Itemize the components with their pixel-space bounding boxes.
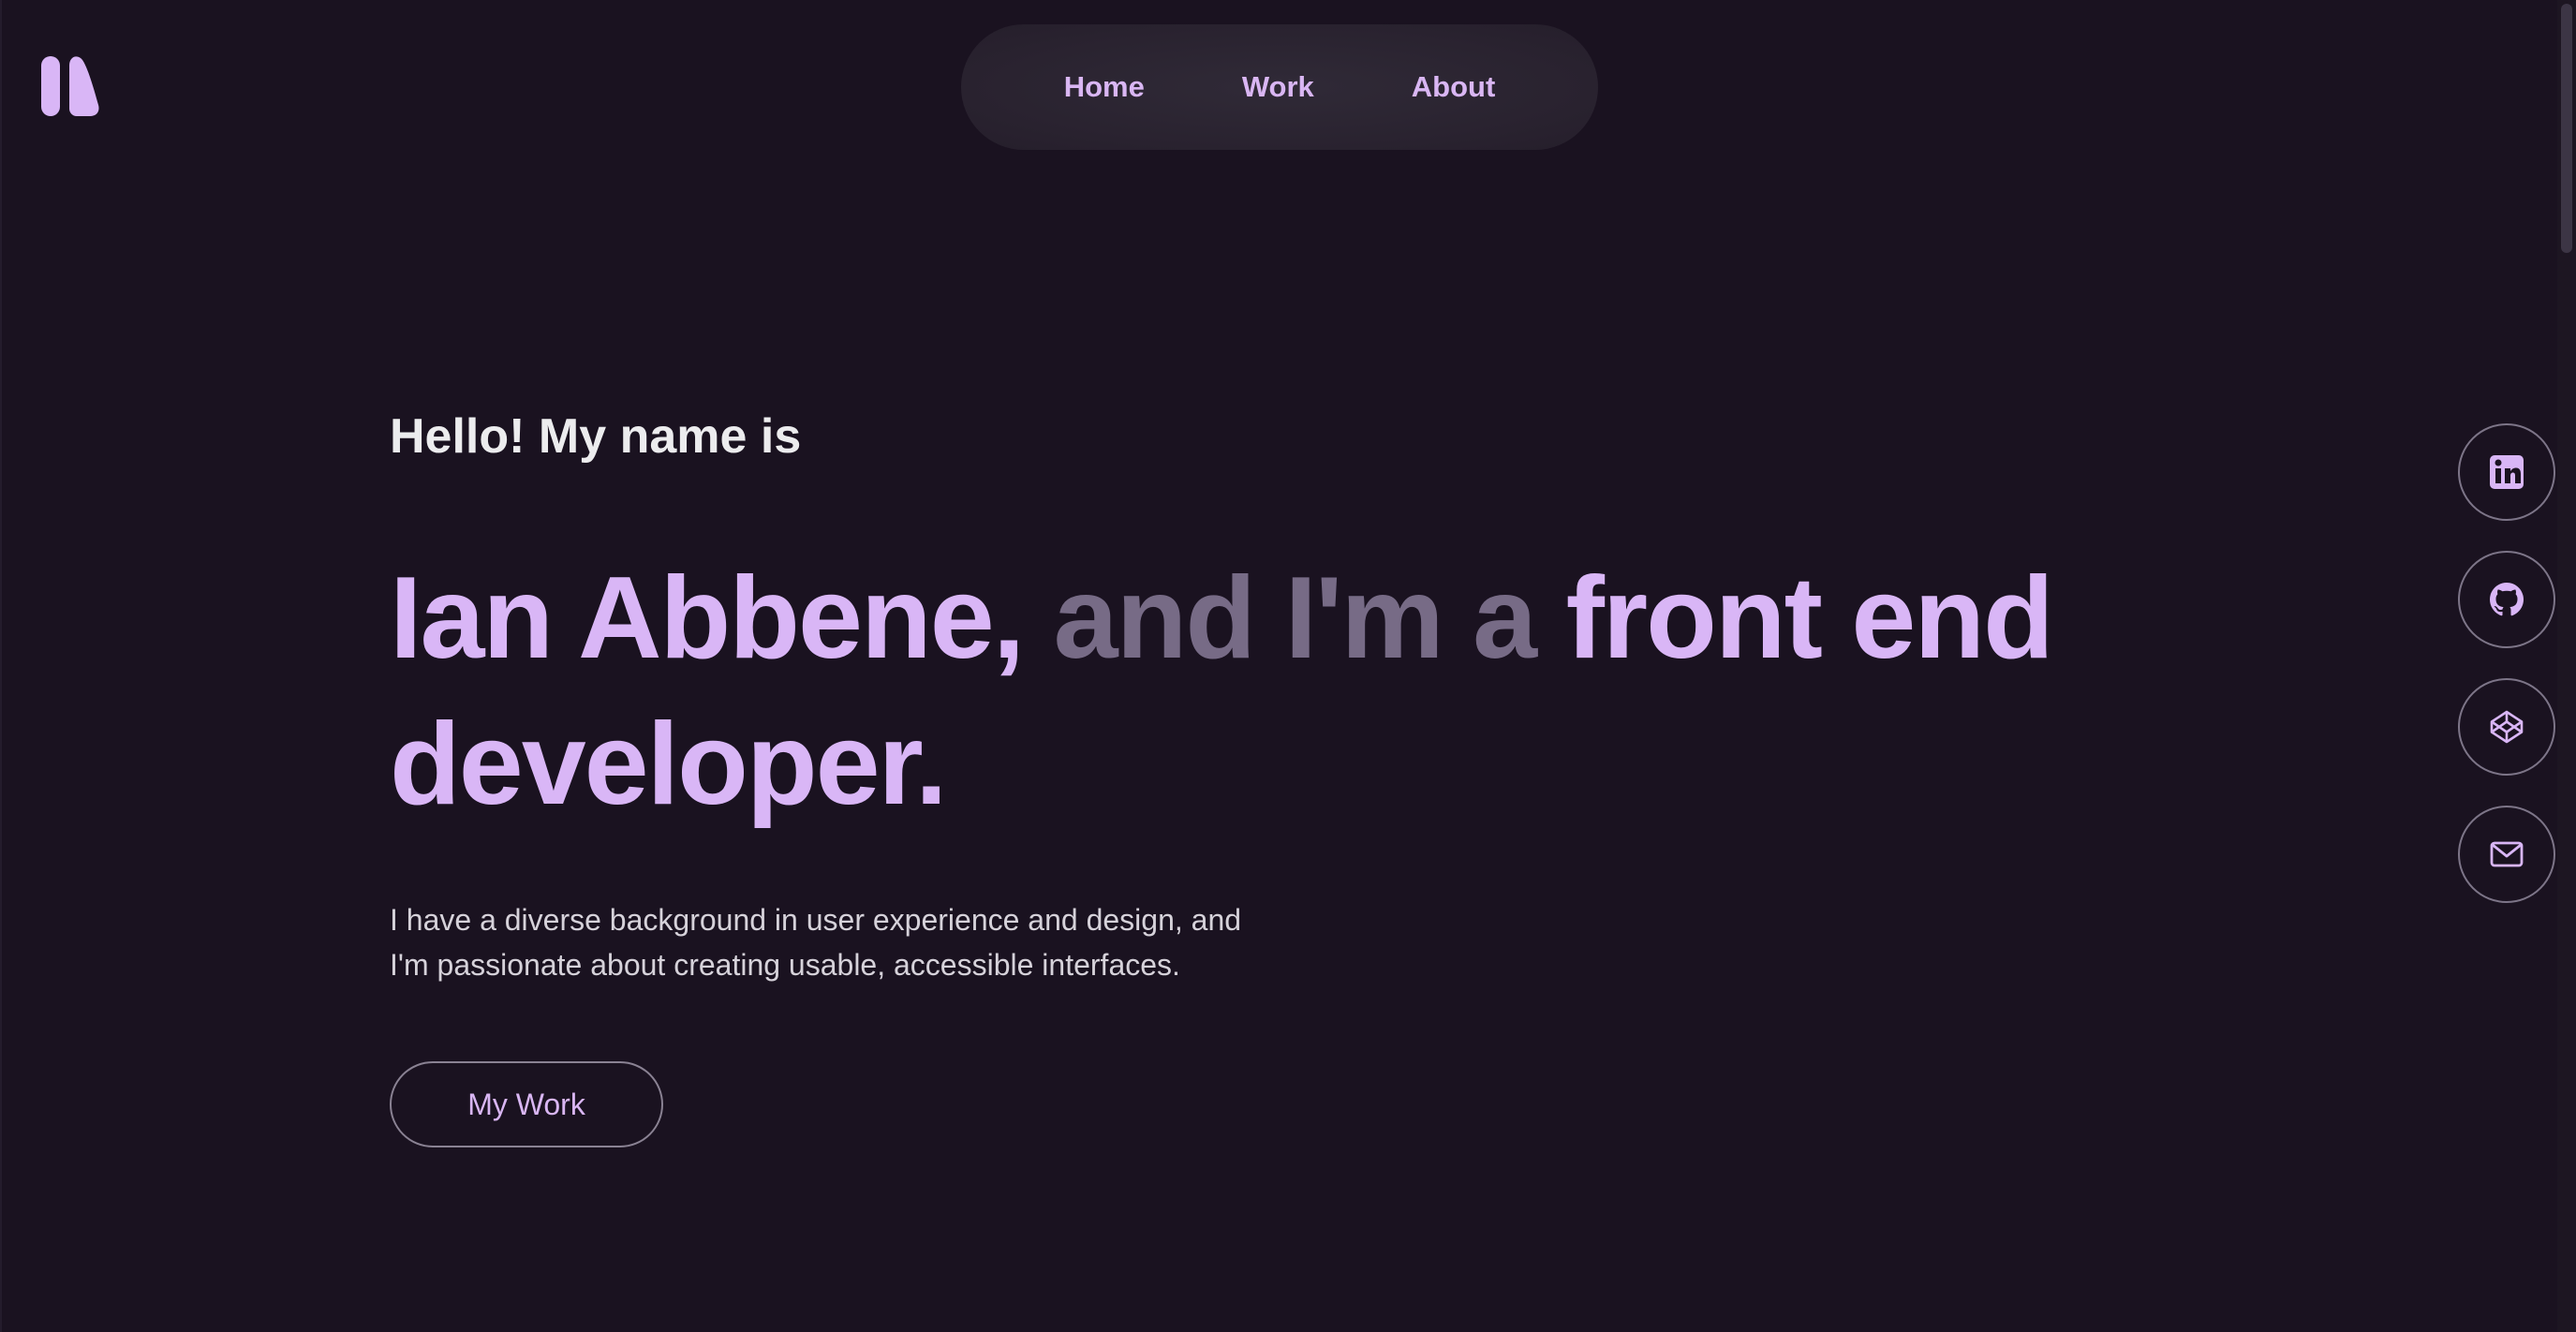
hero-intro-line-1: I have a diverse background in user expe… [390, 903, 1242, 937]
codepen-link[interactable] [2458, 678, 2555, 776]
nav-about-link[interactable]: About [1380, 24, 1496, 150]
social-links [2458, 423, 2555, 903]
github-icon [2490, 583, 2524, 616]
my-work-button[interactable]: My Work [390, 1061, 663, 1147]
linkedin-icon [2490, 455, 2524, 489]
github-link[interactable] [2458, 551, 2555, 648]
nav-home-link[interactable]: Home [1064, 24, 1177, 150]
codepen-icon [2490, 710, 2524, 744]
email-link[interactable] [2458, 806, 2555, 903]
hero-intro-line-2: I'm passionate about creating usable, ac… [390, 948, 1180, 982]
ia-monogram-logo-icon [41, 56, 99, 116]
hero-headline-connector: and I'm a [1053, 554, 1538, 683]
page-scrollbar[interactable] [2557, 0, 2576, 1332]
hero-greeting: Hello! My name is [390, 409, 802, 464]
main-nav: Home Work About [961, 24, 1598, 150]
mail-icon [2490, 841, 2524, 867]
page: Home Work About Hello! My name is Ian Ab… [0, 0, 2576, 1332]
scrollbar-thumb[interactable] [2561, 4, 2572, 253]
nav-work-link[interactable]: Work [1210, 24, 1346, 150]
hero-headline: Ian Abbene, and I'm a front end develope… [390, 545, 2188, 837]
hero-intro: I have a diverse background in user expe… [390, 897, 1289, 987]
linkedin-link[interactable] [2458, 423, 2555, 521]
hero-headline-name: Ian Abbene, [390, 554, 1025, 683]
